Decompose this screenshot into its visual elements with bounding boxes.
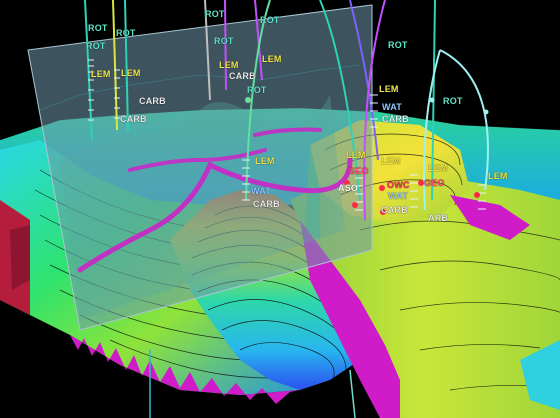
well-label-carb: CARB	[120, 114, 147, 124]
well-label-rot: ROT	[116, 28, 136, 38]
well-label-lem: LEM	[255, 156, 275, 166]
well-label-lem: LEM	[488, 171, 508, 181]
well-label-lem: LEM	[346, 150, 366, 160]
3d-viewport[interactable]: ROT ROT ROT ROT ROT ROT ROT ROT ROT LEM …	[0, 0, 560, 418]
well-label-carb: CARB	[253, 199, 280, 209]
well-label-rot: ROT	[214, 36, 234, 46]
well-path-15	[349, 369, 356, 418]
well-label-rot: ROT	[388, 40, 408, 50]
well-label-lem: LEM	[121, 68, 141, 78]
well-label-carb: CARB	[229, 71, 256, 81]
well-label-geo: GEO	[424, 178, 445, 188]
well-label-carb: CARB	[382, 114, 409, 124]
well-label-owc: OWC	[387, 180, 410, 190]
well-label-rot: ROT	[205, 9, 225, 19]
well-label-carb: CARB	[139, 96, 166, 106]
well-label-wat: WAT	[251, 186, 271, 196]
well-label-geo: GEO	[348, 166, 369, 176]
well-label-wat: WAT	[382, 102, 402, 112]
well-label-lem: LEM	[381, 156, 401, 166]
well-label-lem: LEM	[379, 84, 399, 94]
well-label-rot: ROT	[88, 23, 108, 33]
well-label-wat: WAT	[388, 191, 408, 201]
well-label-lem: LEM	[219, 60, 239, 70]
well-label-lem: LEM	[262, 54, 282, 64]
well-label-rot: ROT	[260, 15, 280, 25]
well-label-rot: ROT	[247, 85, 267, 95]
well-label-rot: ROT	[443, 96, 463, 106]
well-label-rot: ROT	[86, 41, 106, 51]
well-label-carb: CARB	[381, 205, 408, 215]
well-label-aso: ASO	[338, 183, 359, 193]
well-label-lem: LEM	[91, 69, 111, 79]
well-label-arb: ARB	[428, 213, 449, 223]
well-label-lem: LEM	[428, 163, 448, 173]
